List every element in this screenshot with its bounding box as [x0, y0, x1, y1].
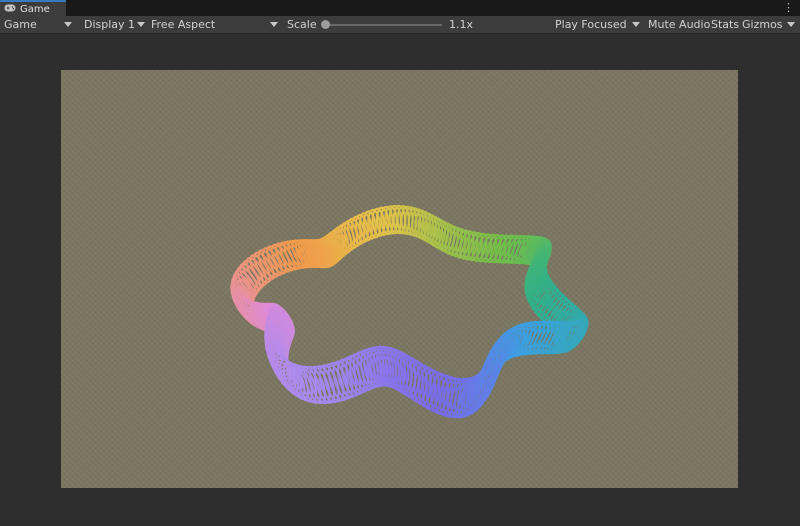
chevron-down-icon[interactable] [64, 22, 72, 27]
view-mode-dropdown[interactable]: Game [4, 16, 37, 33]
gamepad-icon [4, 4, 16, 15]
display-label: Display 1 [84, 18, 136, 31]
chevron-down-icon[interactable] [632, 22, 640, 27]
play-mode-dropdown[interactable]: Play Focused [555, 16, 627, 33]
chevron-down-icon[interactable] [787, 22, 795, 27]
tab-game[interactable]: Game [0, 0, 66, 16]
scale-label: Scale [287, 18, 317, 31]
mute-audio-toggle[interactable]: Mute Audio [648, 16, 710, 33]
kebab-menu-icon[interactable]: ⋮ [783, 1, 794, 14]
game-toolbar: Game Display 1 Free Aspect Scale 1.1x Pl… [0, 16, 800, 34]
rainbow-coil-torus [230, 204, 589, 419]
torus-coils [230, 204, 589, 419]
chevron-down-icon[interactable] [270, 22, 278, 27]
play-mode-label: Play Focused [555, 18, 627, 31]
view-mode-label: Game [4, 18, 37, 31]
aspect-dropdown[interactable]: Free Aspect [151, 16, 215, 33]
game-render-area[interactable] [61, 70, 738, 488]
stats-toggle[interactable]: Stats [711, 16, 739, 33]
scale-slider-track[interactable] [324, 24, 442, 26]
aspect-label: Free Aspect [151, 18, 216, 31]
editor-tab-bar: Game ⋮ [0, 0, 800, 16]
chevron-down-icon[interactable] [137, 22, 145, 27]
tab-label: Game [20, 3, 50, 15]
scale-value: 1.1x [449, 18, 474, 31]
scale-slider-thumb[interactable] [321, 20, 330, 29]
display-dropdown[interactable]: Display 1 [84, 16, 135, 33]
game-viewport[interactable] [0, 34, 800, 526]
gizmos-toggle[interactable]: Gizmos [742, 16, 783, 33]
